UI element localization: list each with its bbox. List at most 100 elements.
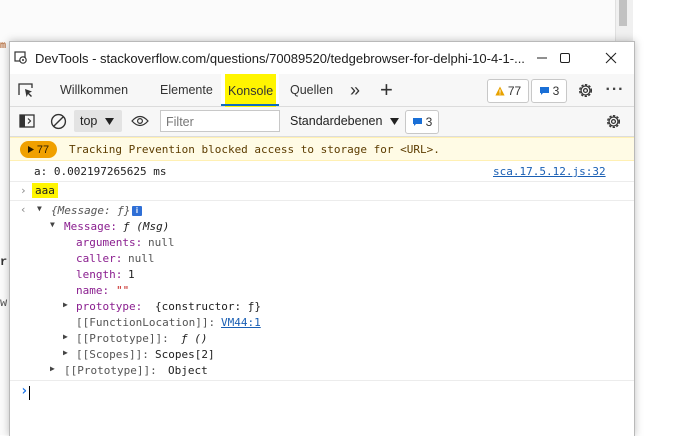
more-tabs-button[interactable]: » [350,74,360,106]
filter-field[interactable] [160,110,280,132]
filter-input[interactable] [164,112,280,132]
property-row: name: "" [10,283,634,299]
warnings-badge[interactable]: 77 [487,79,529,103]
tab-konsole-label: Konsole [225,74,277,108]
messages-badge[interactable]: 3 [531,79,567,103]
scopes-value: Scopes[2] [155,348,215,361]
issues-count: 3 [425,115,433,129]
info-icon[interactable]: i [132,206,142,216]
inner-prototype-value: ƒ () [181,332,208,345]
function-location-link[interactable]: VM44:1 [221,316,261,329]
tab-willkommen[interactable]: Willkommen [60,74,128,106]
clear-console-button[interactable] [49,112,67,130]
background-text-fragment: m [0,41,7,52]
expand-triangle-icon[interactable]: ▶ [50,364,61,373]
devtools-app-icon [14,51,27,64]
maximize-button[interactable] [542,42,588,74]
context-selector[interactable]: top [74,110,122,132]
property-key: arguments: [76,236,143,249]
gear-icon [606,114,620,128]
log-levels-dropdown[interactable]: Standardebenen [290,110,400,132]
warning-message[interactable]: 77 Tracking Prevention blocked access to… [10,137,634,161]
inner-prototype-row[interactable]: ▶ [[Prototype]]: ƒ () [10,331,634,347]
outer-prototype-row[interactable]: ▶ [[Prototype]]: Object [10,363,634,381]
title-bar[interactable]: DevTools - stackoverflow.com/questions/7… [10,42,634,74]
property-key: length: [76,268,123,281]
clear-console-icon [50,113,66,129]
scopes-row[interactable]: ▶ [[Scopes]]: Scopes[2] [10,347,634,363]
collapse-triangle-icon[interactable]: ▼ [37,204,48,213]
input-chevron-icon: › [20,184,27,197]
context-value: top [80,114,98,128]
settings-button[interactable] [576,81,594,99]
console-settings-button[interactable] [604,112,622,130]
property-value: 1 [128,268,135,281]
property-key: caller: [76,252,123,265]
log-source-link[interactable]: sca.17.5.12.js:32 [493,165,606,178]
inspect-element-icon [18,83,33,97]
maximize-icon [560,53,570,63]
message-key: Message: [64,220,117,233]
result-chevron-icon: ‹ [20,203,27,216]
eye-icon [131,115,149,127]
window-title: DevTools - stackoverflow.com/questions/7… [35,51,525,66]
live-expression-button[interactable] [131,113,149,129]
expand-triangle-icon[interactable]: ▶ [63,348,74,357]
function-location-key: [[FunctionLocation]]: [76,316,216,329]
function-location-row: [[FunctionLocation]]: VM44:1 [10,315,634,331]
tab-quellen[interactable]: Quellen [290,74,333,106]
console-output: 77 Tracking Prevention blocked access to… [10,137,634,436]
result-summary-row[interactable]: ‹ ▼ {Message: ƒ} i [10,203,634,219]
tab-konsole[interactable]: Konsole [221,74,279,108]
text-cursor [29,386,30,400]
inner-prototype-key: [[Prototype]]: [76,332,169,345]
message-bubble-icon [412,118,422,126]
warning-repeat-count: 77 [36,143,50,156]
property-row: length: 1 [10,267,634,283]
expand-triangle-icon [27,146,34,153]
property-value: null [148,236,175,249]
property-value: "" [116,284,130,297]
collapse-triangle-icon[interactable]: ▼ [50,220,61,229]
expand-triangle-icon[interactable]: ▶ [63,332,74,341]
log-text: a: 0.002197265625 ms [34,165,167,178]
tab-elemente[interactable]: Elemente [160,74,213,106]
close-button[interactable] [588,42,634,74]
issues-badge[interactable]: 3 [405,110,439,134]
warnings-count: 77 [507,84,522,98]
property-row: caller: null [10,251,634,267]
expand-triangle-icon[interactable]: ▶ [63,300,74,309]
console-prompt[interactable]: › [10,383,634,401]
gear-icon [578,83,592,97]
warning-text: Tracking Prevention blocked access to st… [69,143,440,156]
active-tab-indicator [221,104,279,106]
prototype-row[interactable]: ▶ prototype: {constructor: ƒ} [10,299,634,315]
inspect-element-button[interactable] [16,81,36,99]
property-key: name: [76,284,110,297]
toggle-sidebar-button[interactable] [18,112,36,130]
log-message: a: 0.002197265625 ms sca.17.5.12.js:32 [10,162,634,182]
prompt-chevron-icon: › [20,383,29,399]
add-tab-button[interactable]: + [380,74,393,106]
more-horizontal-icon: ··· [605,81,625,98]
panel-tab-bar: Willkommen Elemente Konsole Quellen » + … [10,74,634,108]
more-options-button[interactable]: ··· [606,81,624,99]
outer-prototype-value: Object [168,364,208,377]
background-text-fragment: r [0,255,8,269]
background-scrollbar-thumb[interactable] [619,0,627,26]
result-summary: {Message: ƒ} [51,204,131,217]
close-icon [605,52,617,64]
message-property-row[interactable]: ▼ Message: ƒ (Msg) [10,219,634,235]
scopes-key: [[Scopes]]: [76,348,149,361]
dropdown-arrow-icon [105,117,115,125]
sidebar-toggle-icon [19,114,35,128]
log-levels-label: Standardebenen [290,114,383,128]
input-command: aaa [32,183,58,198]
message-value: ƒ (Msg) [123,220,170,233]
warning-repeat-badge: 77 [20,141,57,158]
message-bubble-icon [539,87,549,95]
devtools-window: DevTools - stackoverflow.com/questions/7… [9,41,635,436]
prototype-value: {constructor: ƒ} [155,300,261,313]
warning-triangle-icon [495,86,505,96]
background-text-fragment: w [0,296,8,310]
